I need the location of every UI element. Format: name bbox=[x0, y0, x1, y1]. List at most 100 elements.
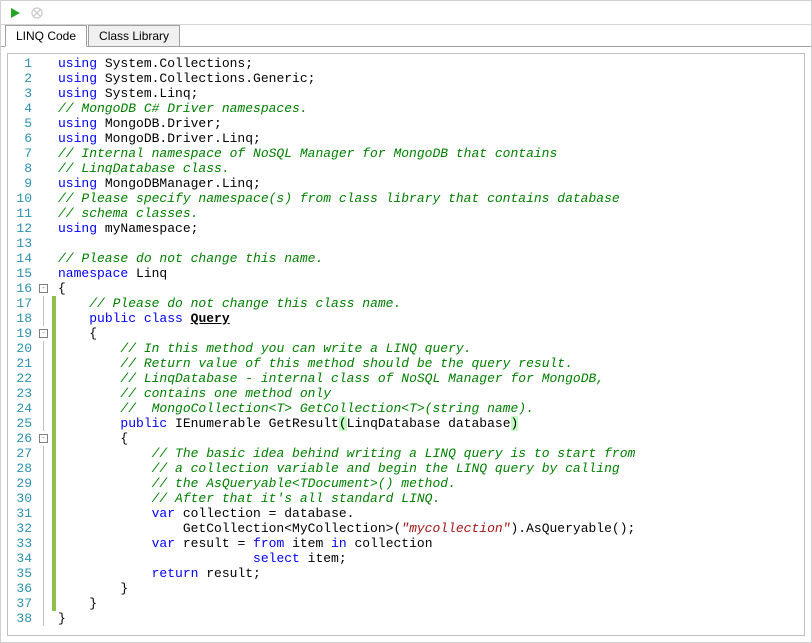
code-token: } bbox=[58, 581, 128, 596]
line-number: 6 bbox=[10, 131, 32, 146]
code-token: ) bbox=[511, 416, 519, 431]
code-token bbox=[58, 551, 253, 566]
code-line[interactable]: // MongoCollection<T> GetCollection<T>(s… bbox=[58, 401, 804, 416]
line-number: 15 bbox=[10, 266, 32, 281]
code-line[interactable]: var result = from item in collection bbox=[58, 536, 804, 551]
code-line[interactable]: // Please do not change this class name. bbox=[58, 296, 804, 311]
code-line[interactable]: // the AsQueryable<TDocument>() method. bbox=[58, 476, 804, 491]
code-line[interactable]: // MongoDB C# Driver namespaces. bbox=[58, 101, 804, 116]
line-number: 17 bbox=[10, 296, 32, 311]
line-number: 5 bbox=[10, 116, 32, 131]
code-line[interactable]: // After that it's all standard LINQ. bbox=[58, 491, 804, 506]
code-line[interactable]: // Internal namespace of NoSQL Manager f… bbox=[58, 146, 804, 161]
code-token: result; bbox=[206, 566, 261, 581]
code-token: // contains one method only bbox=[120, 386, 331, 401]
code-line[interactable]: public class Query bbox=[58, 311, 804, 326]
code-token: using bbox=[58, 131, 105, 146]
code-line[interactable]: { bbox=[58, 281, 804, 296]
code-token: using bbox=[58, 116, 105, 131]
code-token bbox=[58, 506, 152, 521]
fold-toggle-icon[interactable]: - bbox=[39, 284, 48, 293]
code-line[interactable]: GetCollection<MyCollection>("mycollectio… bbox=[58, 521, 804, 536]
line-number: 31 bbox=[10, 506, 32, 521]
code-token: { bbox=[58, 431, 128, 446]
code-line[interactable]: } bbox=[58, 596, 804, 611]
code-line[interactable]: public IEnumerable GetResult(LinqDatabas… bbox=[58, 416, 804, 431]
stop-button[interactable] bbox=[27, 3, 47, 23]
line-number: 18 bbox=[10, 311, 32, 326]
code-line[interactable]: using MongoDB.Driver; bbox=[58, 116, 804, 131]
code-line[interactable]: using MongoDB.Driver.Linq; bbox=[58, 131, 804, 146]
fold-toggle-icon[interactable]: - bbox=[39, 329, 48, 338]
code-token: // MongoDB C# Driver namespaces. bbox=[58, 101, 308, 116]
fold-toggle-icon[interactable]: - bbox=[39, 434, 48, 443]
code-line[interactable]: // The basic idea behind writing a LINQ … bbox=[58, 446, 804, 461]
code-token: collection bbox=[355, 536, 433, 551]
tab-label: LINQ Code bbox=[16, 29, 76, 43]
code-token: // schema classes. bbox=[58, 206, 198, 221]
code-line[interactable]: return result; bbox=[58, 566, 804, 581]
code-line[interactable]: // a collection variable and begin the L… bbox=[58, 461, 804, 476]
tab-linq-code[interactable]: LINQ Code bbox=[5, 25, 87, 47]
tab-bar: LINQ Code Class Library bbox=[1, 25, 811, 47]
code-line[interactable]: namespace Linq bbox=[58, 266, 804, 281]
code-line[interactable]: using MongoDBManager.Linq; bbox=[58, 176, 804, 191]
code-line[interactable]: var collection = database. bbox=[58, 506, 804, 521]
code-token: // MongoCollection<T> GetCollection<T>(s… bbox=[120, 401, 533, 416]
code-token: result = bbox=[183, 536, 253, 551]
code-line[interactable]: { bbox=[58, 431, 804, 446]
code-line[interactable]: using System.Collections.Generic; bbox=[58, 71, 804, 86]
line-number: 11 bbox=[10, 206, 32, 221]
code-editor[interactable]: 1234567891011121314151617181920212223242… bbox=[7, 53, 805, 636]
code-token bbox=[58, 536, 152, 551]
code-line[interactable]: // LinqDatabase - internal class of NoSQ… bbox=[58, 371, 804, 386]
code-line[interactable]: } bbox=[58, 611, 804, 626]
line-number: 9 bbox=[10, 176, 32, 191]
code-token: { bbox=[58, 326, 105, 341]
code-line[interactable]: using System.Linq; bbox=[58, 86, 804, 101]
code-token bbox=[58, 566, 152, 581]
code-line[interactable]: // In this method you can write a LINQ q… bbox=[58, 341, 804, 356]
code-line[interactable]: // LinqDatabase class. bbox=[58, 161, 804, 176]
fold-column: - - - bbox=[38, 54, 52, 635]
fold-marker bbox=[38, 491, 52, 506]
fold-marker bbox=[38, 86, 52, 101]
code-token bbox=[58, 476, 152, 491]
code-token: var bbox=[152, 506, 183, 521]
tab-class-library[interactable]: Class Library bbox=[88, 25, 180, 46]
code-line[interactable]: // Please do not change this name. bbox=[58, 251, 804, 266]
code-token bbox=[58, 341, 120, 356]
fold-marker bbox=[38, 446, 52, 461]
code-token: // Return value of this method should be… bbox=[120, 356, 572, 371]
code-line[interactable]: using System.Collections; bbox=[58, 56, 804, 71]
fold-marker bbox=[38, 461, 52, 476]
line-number: 19 bbox=[10, 326, 32, 341]
fold-marker bbox=[38, 296, 52, 311]
code-token bbox=[58, 296, 89, 311]
code-line[interactable] bbox=[58, 236, 804, 251]
code-line[interactable]: select item; bbox=[58, 551, 804, 566]
fold-marker bbox=[38, 536, 52, 551]
code-token: MongoDBManager.Linq; bbox=[105, 176, 261, 191]
fold-marker bbox=[38, 56, 52, 71]
code-line[interactable]: // schema classes. bbox=[58, 206, 804, 221]
code-token bbox=[58, 491, 152, 506]
code-line[interactable]: // contains one method only bbox=[58, 386, 804, 401]
editor-container: 1234567891011121314151617181920212223242… bbox=[1, 47, 811, 642]
tab-label: Class Library bbox=[99, 29, 169, 43]
fold-marker bbox=[38, 521, 52, 536]
code-line[interactable]: { bbox=[58, 326, 804, 341]
code-line[interactable]: using myNamespace; bbox=[58, 221, 804, 236]
code-line[interactable]: } bbox=[58, 581, 804, 596]
fold-marker bbox=[38, 71, 52, 86]
line-number: 38 bbox=[10, 611, 32, 626]
code-line[interactable]: // Return value of this method should be… bbox=[58, 356, 804, 371]
fold-marker: - bbox=[38, 281, 52, 296]
code-line[interactable]: // Please specify namespace(s) from clas… bbox=[58, 191, 804, 206]
code-area[interactable]: using System.Collections;using System.Co… bbox=[56, 54, 804, 635]
code-token: var bbox=[152, 536, 183, 551]
fold-marker bbox=[38, 236, 52, 251]
run-button[interactable] bbox=[5, 3, 25, 23]
line-number: 34 bbox=[10, 551, 32, 566]
code-token bbox=[58, 386, 120, 401]
